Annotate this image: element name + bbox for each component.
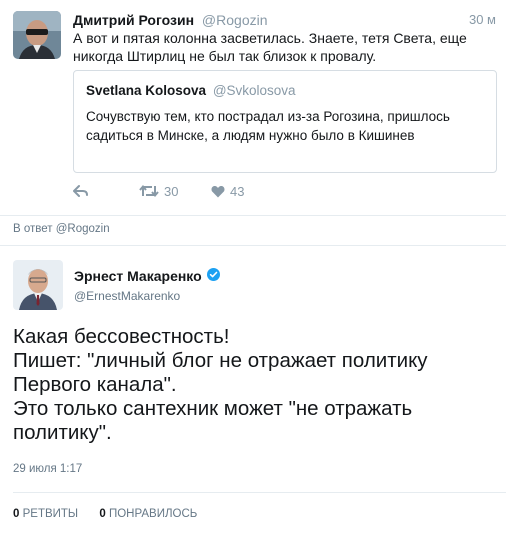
quoted-author-handle: @Svkolosova [212, 83, 296, 98]
tweet-stats: 0 РЕТВИТЫ 0 ПОНРАВИЛОСЬ [13, 508, 197, 520]
retweets-label: РЕТВИТЫ [22, 508, 79, 520]
tweet-text: Какая бессовестность! Пишет: "личный бло… [13, 325, 428, 444]
like-button[interactable]: 43 [211, 182, 244, 200]
divider [0, 245, 506, 246]
tweet-rogozin: Дмитрий Рогозин @Rogozin 30 м А вот и пя… [0, 0, 506, 215]
quoted-tweet[interactable]: Svetlana Kolosova @Svkolosova Сочувствую… [73, 70, 497, 173]
divider [13, 492, 506, 493]
likes-label: ПОНРАВИЛОСЬ [108, 508, 198, 520]
tweet-header: Дмитрий Рогозин @Rogozin 30 м [73, 11, 496, 29]
avatar[interactable] [13, 260, 63, 310]
retweet-count: 30 [164, 183, 179, 199]
tweet-time[interactable]: 30 м [469, 11, 496, 29]
author-name[interactable]: Эрнест Макаренко [74, 268, 220, 284]
heart-icon [211, 185, 225, 197]
likes-stat[interactable]: 0 ПОНРАВИЛОСЬ [99, 508, 197, 520]
author-name[interactable]: Дмитрий Рогозин [73, 12, 194, 28]
likes-count: 0 [99, 508, 106, 520]
divider [0, 215, 506, 216]
retweet-button[interactable]: 30 [139, 182, 178, 200]
verified-badge-icon [206, 268, 220, 284]
author-handle[interactable]: @Rogozin [202, 12, 268, 28]
retweets-stat[interactable]: 0 РЕТВИТЫ [13, 508, 78, 520]
retweet-icon [139, 184, 159, 198]
author-handle[interactable]: @ErnestMakarenko [74, 289, 180, 303]
avatar[interactable] [13, 11, 61, 59]
reply-context[interactable]: В ответ @Rogozin [13, 223, 110, 235]
reply-icon [73, 185, 88, 197]
tweet-actions: 30 43 [73, 182, 373, 200]
like-count: 43 [230, 183, 245, 199]
quoted-text: Сочувствую тем, кто пострадал из-за Рого… [86, 109, 450, 143]
tweet-text: А вот и пятая колонна засветилась. Знает… [73, 30, 467, 64]
quoted-header: Svetlana Kolosova @Svkolosova [86, 82, 296, 100]
author-name-text[interactable]: Эрнест Макаренко [74, 268, 202, 284]
retweets-count: 0 [13, 508, 20, 520]
tweet-date[interactable]: 29 июля 1:17 [13, 463, 82, 475]
reply-button[interactable] [73, 182, 89, 200]
quoted-author-name: Svetlana Kolosova [86, 83, 207, 98]
